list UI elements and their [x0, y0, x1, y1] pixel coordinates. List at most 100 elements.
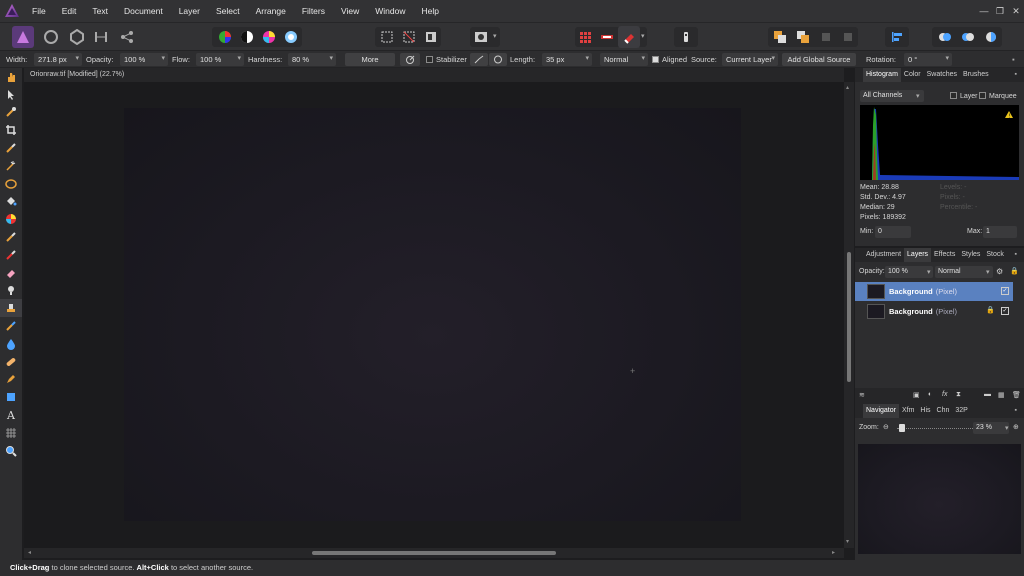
crop-tool-icon[interactable]	[0, 121, 22, 139]
layer-stack-icon[interactable]: ≋	[859, 391, 865, 399]
export-persona-button[interactable]	[116, 26, 138, 48]
menu-view[interactable]: View	[333, 6, 367, 16]
selection-brush-tool-icon[interactable]	[0, 139, 22, 157]
move-to-back-icon[interactable]	[769, 26, 791, 48]
healing-brush-tool-icon[interactable]	[0, 353, 22, 371]
zoom-out-icon[interactable]: ⊖	[883, 423, 889, 431]
layer-visibility-checkbox[interactable]: ✓	[1001, 307, 1009, 315]
scroll-right-icon[interactable]: ▸	[832, 549, 835, 556]
zoom-slider-handle[interactable]	[899, 424, 905, 432]
color-picker-tool-icon[interactable]	[0, 104, 22, 122]
panel-menu-icon[interactable]: ▪	[1012, 68, 1020, 82]
tab-histogram[interactable]: Histogram	[863, 68, 901, 82]
deselect-icon[interactable]	[398, 26, 420, 48]
layer-locked-icon[interactable]: 🔒	[986, 306, 995, 314]
flood-fill-tool-icon[interactable]	[0, 193, 22, 211]
add-boolean-icon[interactable]	[934, 26, 956, 48]
window-mode-icon[interactable]	[489, 53, 507, 66]
snapping-magnet-icon[interactable]	[618, 26, 640, 48]
menu-select[interactable]: Select	[208, 6, 248, 16]
paint-brush-tool-icon[interactable]	[0, 228, 22, 246]
width-field[interactable]: 271.8 px	[34, 53, 82, 66]
mesh-warp-tool-icon[interactable]	[0, 424, 22, 442]
menu-help[interactable]: Help	[414, 6, 447, 16]
layer-row[interactable]: Background (Pixel) ✓	[855, 282, 1013, 301]
auto-colors-icon[interactable]	[258, 26, 280, 48]
liquify-persona-button[interactable]	[40, 26, 62, 48]
tab-navigator[interactable]: Navigator	[863, 404, 899, 418]
menu-text[interactable]: Text	[84, 6, 116, 16]
scroll-left-icon[interactable]: ◂	[28, 549, 31, 556]
invert-selection-icon[interactable]	[420, 26, 442, 48]
view-tool-hand-icon[interactable]	[0, 68, 22, 86]
alignment-icon[interactable]	[886, 26, 908, 48]
affinity-photo-logo-icon[interactable]	[0, 0, 24, 22]
mask-layer-icon[interactable]: ▣	[913, 391, 920, 399]
tab-channels[interactable]: Chn	[934, 404, 953, 418]
dodge-brush-tool-icon[interactable]	[0, 282, 22, 300]
zoom-slider[interactable]	[897, 428, 973, 429]
minimize-button[interactable]: —	[976, 0, 992, 22]
add-global-source-button[interactable]: Add Global Source	[782, 53, 856, 66]
layer-opacity-field[interactable]: 100 %	[885, 266, 933, 278]
zoom-tool-icon[interactable]	[0, 442, 22, 460]
tab-color[interactable]: Color	[901, 68, 924, 82]
document-image[interactable]	[124, 108, 741, 521]
hardness-field[interactable]: 80 %	[288, 53, 336, 66]
menu-filters[interactable]: Filters	[294, 6, 333, 16]
tab-history[interactable]: His	[917, 404, 933, 418]
tab-swatches[interactable]: Swatches	[924, 68, 960, 82]
vertical-scroll-thumb[interactable]	[847, 252, 851, 382]
menu-edit[interactable]: Edit	[54, 6, 85, 16]
rope-mode-icon[interactable]	[470, 53, 488, 66]
zoom-field[interactable]: 23 %	[973, 422, 1009, 434]
intersect-boolean-icon[interactable]	[980, 26, 1002, 48]
layer-fx-icon[interactable]: fx	[942, 391, 947, 398]
menu-window[interactable]: Window	[367, 6, 413, 16]
paint-mixer-brush-tool-icon[interactable]	[0, 246, 22, 264]
length-field[interactable]: 35 px	[542, 53, 592, 66]
subtract-boolean-icon[interactable]	[957, 26, 979, 48]
live-filter-icon[interactable]: ⧗	[956, 391, 961, 399]
tab-layers[interactable]: Layers	[904, 248, 932, 262]
gradient-tool-icon[interactable]	[0, 210, 22, 228]
tab-effects[interactable]: Effects	[931, 248, 958, 262]
select-all-icon[interactable]	[376, 26, 398, 48]
more-button[interactable]: More	[345, 53, 395, 66]
snapping-dropdown-icon[interactable]: ▾	[641, 32, 645, 40]
tab-32p[interactable]: 32P	[952, 404, 970, 418]
develop-persona-button[interactable]	[66, 26, 88, 48]
layer-checkbox[interactable]	[950, 92, 957, 99]
undo-brush-tool-icon[interactable]	[0, 317, 22, 335]
rectangle-tool-icon[interactable]	[0, 388, 22, 406]
auto-contrast-icon[interactable]	[236, 26, 258, 48]
snapping-grid-icon[interactable]	[574, 26, 596, 48]
marquee-checkbox[interactable]	[979, 92, 986, 99]
tone-mapping-persona-button[interactable]	[90, 26, 112, 48]
add-group-folder-icon[interactable]: ▬	[984, 391, 991, 398]
document-tab[interactable]: Orionraw.tif [Modified] (22.7%)	[24, 68, 844, 82]
menu-document[interactable]: Document	[116, 6, 171, 16]
aligned-checkbox[interactable]	[652, 56, 659, 63]
flood-select-tool-icon[interactable]	[0, 157, 22, 175]
quick-mask-icon[interactable]	[470, 26, 492, 48]
scroll-down-icon[interactable]: ▾	[846, 538, 849, 545]
panel-menu-icon[interactable]: ▪	[1012, 404, 1020, 418]
pen-tool-icon[interactable]	[0, 371, 22, 389]
blur-brush-tool-icon[interactable]	[0, 335, 22, 353]
source-dropdown[interactable]: Current Layer	[722, 53, 778, 66]
erase-brush-tool-icon[interactable]	[0, 264, 22, 282]
layer-blend-mode-dropdown[interactable]: Normal	[935, 266, 993, 278]
quick-mask-dropdown-icon[interactable]: ▾	[493, 32, 497, 40]
tab-stock[interactable]: Stock	[983, 248, 1007, 262]
tab-styles[interactable]: Styles	[958, 248, 983, 262]
restore-button[interactable]: ❐	[992, 0, 1008, 22]
close-button[interactable]: ✕	[1008, 0, 1024, 22]
tab-transform[interactable]: Xfm	[899, 404, 917, 418]
artistic-text-tool-icon[interactable]: A	[0, 406, 22, 424]
min-field[interactable]: 0	[875, 226, 911, 238]
scroll-up-icon[interactable]: ▴	[846, 84, 849, 91]
adjustment-layer-icon[interactable]: ◐	[928, 391, 932, 398]
menu-layer[interactable]: Layer	[171, 6, 208, 16]
navigator-preview[interactable]	[858, 444, 1021, 554]
